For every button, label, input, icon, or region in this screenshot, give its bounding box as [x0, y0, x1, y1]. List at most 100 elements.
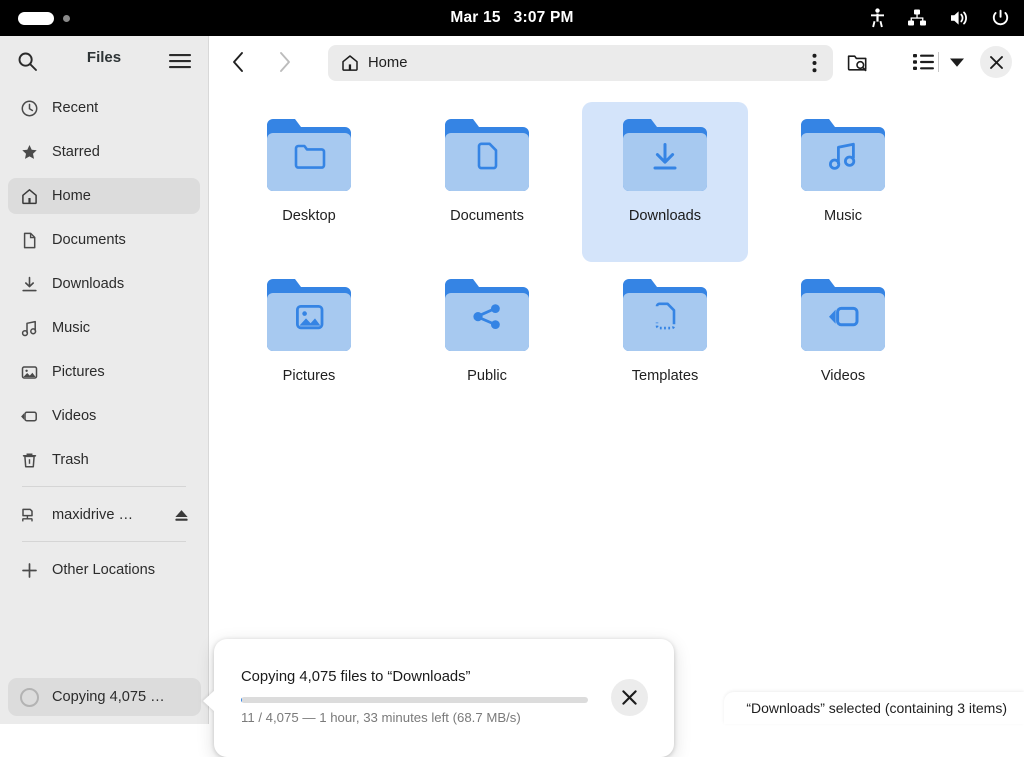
video-icon [20, 407, 38, 425]
sidebar-copy-progress-label: Copying 4,075 … [52, 689, 165, 705]
sidebar-item-other-locations[interactable]: Other Locations [8, 552, 200, 588]
topbar-date: Mar 15 [450, 9, 500, 27]
clock-icon [20, 99, 38, 117]
sidebar-item-recent[interactable]: Recent [8, 90, 200, 126]
sidebar-item-label: Trash [52, 453, 89, 468]
progress-bar-fill [241, 697, 242, 703]
sidebar-item-label: Music [52, 321, 90, 336]
file-item-desktop[interactable]: Desktop [226, 102, 392, 262]
power-icon[interactable] [991, 9, 1010, 28]
file-item-documents[interactable]: Documents [404, 102, 570, 262]
sidebar-item-label: Pictures [52, 365, 105, 380]
sidebar-item-documents[interactable]: Documents [8, 222, 200, 258]
forward-button[interactable] [269, 47, 299, 77]
file-item-downloads[interactable]: Downloads [582, 102, 748, 262]
triangle-down-icon[interactable] [945, 46, 969, 78]
hamburger-menu-icon[interactable] [167, 48, 193, 74]
network-drive-icon [20, 506, 38, 524]
popover-detail: 11 / 4,075 — 1 hour, 33 minutes left (68… [241, 710, 521, 725]
folder-icon [795, 111, 891, 199]
sidebar-item-music[interactable]: Music [8, 310, 200, 346]
file-icon-grid: Desktop Documents [210, 88, 1024, 724]
sidebar-places-list: Recent Starred Home Documents [0, 86, 208, 588]
file-item-label: Documents [450, 208, 524, 224]
file-item-label: Pictures [283, 368, 336, 384]
cancel-copy-button[interactable] [611, 679, 648, 716]
folder-icon [261, 271, 357, 359]
file-item-videos[interactable]: Videos [760, 262, 926, 422]
sidebar-item-label: Documents [52, 233, 126, 248]
sidebar-item-trash[interactable]: Trash [8, 442, 200, 478]
path-bar[interactable]: Home [328, 45, 833, 81]
sidebar-divider [22, 541, 186, 542]
topbar-time: 3:07 PM [514, 9, 574, 27]
file-item-public[interactable]: Public [404, 262, 570, 422]
sidebar-item-label: maxidrive … [52, 508, 133, 523]
folder-icon [261, 111, 357, 199]
sidebar: Files Recent Starred [0, 36, 209, 724]
file-item-label: Downloads [629, 208, 701, 224]
file-item-label: Videos [821, 368, 865, 384]
eject-icon[interactable] [172, 506, 190, 524]
sidebar-item-videos[interactable]: Videos [8, 398, 200, 434]
music-note-icon [20, 319, 38, 337]
sidebar-header: Files [0, 36, 208, 86]
sidebar-item-label: Recent [52, 101, 98, 116]
system-top-bar: Mar 15 3:07 PM [0, 0, 1024, 36]
home-icon [341, 54, 359, 72]
folder-icon [795, 271, 891, 359]
sidebar-item-label: Downloads [52, 277, 124, 292]
popover-arrow [203, 690, 215, 712]
back-button[interactable] [223, 47, 253, 77]
file-item-label: Templates [632, 368, 699, 384]
star-icon [20, 143, 38, 161]
copy-progress-popover: Copying 4,075 files to “Downloads” 11 / … [214, 639, 674, 757]
file-item-label: Public [467, 368, 507, 384]
file-item-music[interactable]: Music [760, 102, 926, 262]
toolbar: Home [210, 36, 1024, 88]
image-icon [20, 363, 38, 381]
file-grid-row: Pictures [220, 262, 1014, 422]
content-area: Home [210, 36, 1024, 724]
volume-icon[interactable] [949, 9, 969, 27]
sidebar-item-label: Starred [52, 145, 100, 160]
toolbar-divider [938, 52, 939, 72]
sidebar-item-label: Other Locations [52, 563, 155, 578]
file-item-label: Desktop [282, 208, 336, 224]
plus-icon [20, 561, 38, 579]
file-item-label: Music [824, 208, 862, 224]
folder-search-icon[interactable] [842, 46, 874, 78]
spinner-icon [20, 688, 39, 707]
file-grid-row: Desktop Documents [220, 102, 1014, 262]
status-bar: “Downloads” selected (containing 3 items… [724, 692, 1024, 724]
progress-bar [241, 697, 588, 703]
folder-icon [617, 271, 713, 359]
document-icon [20, 231, 38, 249]
network-wired-icon[interactable] [907, 9, 927, 27]
file-item-templates[interactable]: Templates [582, 262, 748, 422]
path-bar-label: Home [368, 55, 407, 71]
sidebar-item-home[interactable]: Home [8, 178, 200, 214]
sidebar-divider [22, 486, 186, 487]
sidebar-item-maxidrive[interactable]: maxidrive … [8, 497, 200, 533]
system-status-icons[interactable] [870, 0, 1010, 36]
accessibility-icon[interactable] [870, 8, 885, 28]
sidebar-item-label: Videos [52, 409, 96, 424]
folder-icon [617, 111, 713, 199]
close-icon[interactable] [980, 46, 1012, 78]
file-item-pictures[interactable]: Pictures [226, 262, 392, 422]
trash-icon [20, 451, 38, 469]
sidebar-item-starred[interactable]: Starred [8, 134, 200, 170]
sidebar-copy-progress-item[interactable]: Copying 4,075 … [8, 678, 201, 716]
list-view-icon[interactable] [908, 46, 940, 78]
download-icon [20, 275, 38, 293]
folder-icon [439, 271, 535, 359]
sidebar-item-label: Home [52, 189, 91, 204]
home-icon [20, 187, 38, 205]
folder-icon [439, 111, 535, 199]
sidebar-item-downloads[interactable]: Downloads [8, 266, 200, 302]
three-dots-vertical-icon[interactable] [803, 52, 825, 74]
sidebar-item-pictures[interactable]: Pictures [8, 354, 200, 390]
status-bar-label: “Downloads” selected (containing 3 items… [746, 700, 1007, 716]
popover-title: Copying 4,075 files to “Downloads” [241, 669, 470, 685]
